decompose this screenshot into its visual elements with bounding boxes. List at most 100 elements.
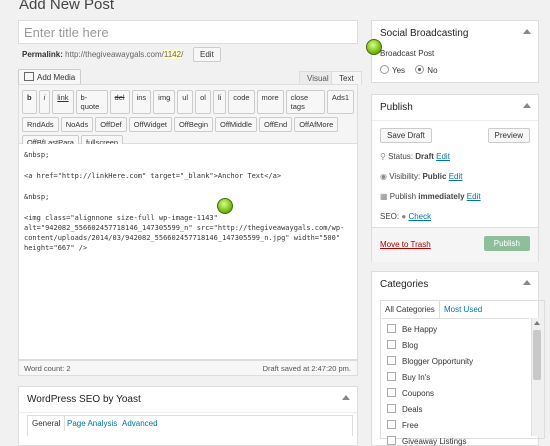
qt-noads-button[interactable]: NoAds [60, 117, 94, 132]
seo-check-link[interactable]: Check [408, 212, 431, 221]
schedule-row: ▦ Publish immediately Edit [380, 192, 481, 201]
post-title-placeholder: Enter title here [24, 25, 109, 40]
permalink-edit-button[interactable]: Edit [193, 47, 221, 62]
qt-ads1-button[interactable]: Ads1 [326, 90, 354, 114]
collapse-arrow-icon[interactable] [342, 395, 350, 400]
seo-tab-page-analysis[interactable]: Page Analysis [67, 419, 117, 428]
qt-more-button[interactable]: more [256, 90, 284, 114]
highlight-marker-icon [363, 36, 385, 58]
category-checkbox[interactable] [387, 372, 396, 381]
radio-yes-label: Yes [392, 66, 406, 75]
qt-rndads-button[interactable]: RndAds [22, 117, 59, 132]
category-item[interactable]: Deals [387, 404, 422, 414]
seo-title-text: WordPress SEO by Yoast [27, 394, 141, 405]
category-item[interactable]: Free [387, 420, 418, 430]
qt-italic-button[interactable]: i [38, 90, 51, 114]
collapse-arrow-icon[interactable] [523, 103, 531, 108]
category-label: Buy In's [402, 373, 431, 382]
category-checkbox[interactable] [387, 436, 396, 445]
tab-all-categories[interactable]: All Categories [381, 301, 440, 318]
seo-tabs: General Page Analysis Advanced [27, 415, 353, 436]
visibility-value: Public [422, 172, 447, 181]
preview-button[interactable]: Preview [487, 128, 530, 143]
schedule-edit-link[interactable]: Edit [467, 192, 481, 201]
qt-offwidget-button[interactable]: OffWidget [128, 117, 172, 132]
radio-yes[interactable] [380, 65, 389, 74]
tab-text[interactable]: Text [331, 71, 362, 85]
qt-offend-button[interactable]: OffEnd [259, 117, 293, 132]
category-item[interactable]: Blogger Opportunity [387, 356, 473, 366]
social-title: Social Broadcasting [372, 21, 538, 46]
qt-code-button[interactable]: code [228, 90, 255, 114]
category-checkbox[interactable] [387, 404, 396, 413]
category-label: Giveaway Listings [402, 437, 467, 446]
radio-no[interactable] [415, 65, 425, 74]
seo-dot-icon: ● [401, 212, 407, 221]
status-edit-link[interactable]: Edit [436, 152, 450, 161]
qt-offafmore-button[interactable]: OffAfMore [294, 117, 339, 132]
qt-link-button[interactable]: link [52, 90, 74, 114]
category-label: Free [402, 421, 419, 430]
qt-offbegin-button[interactable]: OffBegin [173, 117, 214, 132]
tab-most-used[interactable]: Most Used [440, 301, 486, 318]
qt-bold-button[interactable]: b [22, 90, 37, 114]
collapse-arrow-icon[interactable] [523, 280, 531, 285]
content-line: &nbsp; [24, 193, 50, 201]
qt-li-button[interactable]: li [212, 90, 227, 114]
qt-offmiddle-button[interactable]: OffMiddle [215, 117, 257, 132]
collapse-arrow-icon[interactable] [523, 29, 531, 34]
status-label: Status: [388, 152, 413, 161]
schedule-value: immediately [418, 192, 465, 201]
qt-offdef-button[interactable]: OffDef [95, 117, 127, 132]
seo-tab-advanced[interactable]: Advanced [122, 419, 158, 428]
status-row: ⚲ Status: Draft Edit [380, 152, 450, 161]
category-item[interactable]: Buy In's [387, 372, 430, 382]
category-checkbox[interactable] [387, 340, 396, 349]
editor-status-bar: Word count: 2 Draft saved at 2:47:20 pm. [18, 360, 358, 376]
save-draft-button[interactable]: Save Draft [380, 128, 432, 143]
category-item[interactable]: Blog [387, 340, 418, 350]
qt-bquote-button[interactable]: b-quote [75, 90, 108, 114]
category-checkbox[interactable] [387, 388, 396, 397]
content-line: <a href="http://linkHere.com" target="_b… [24, 172, 282, 180]
seo-tab-general[interactable]: General [28, 416, 66, 431]
eye-icon: ◉ [380, 172, 387, 181]
permalink-label: Permalink: [22, 50, 63, 59]
qt-ol-button[interactable]: ol [195, 90, 211, 114]
status-value: Draft [415, 152, 434, 161]
draft-saved-status: Draft saved at 2:47:20 pm. [262, 364, 351, 373]
visibility-row: ◉ Visibility: Public Edit [380, 172, 462, 181]
qt-close-tags-button[interactable]: close tags [285, 90, 325, 114]
move-to-trash-link[interactable]: Move to Trash [380, 240, 431, 249]
category-item[interactable]: Be Happy [387, 324, 437, 334]
categories-title-text: Categories [380, 279, 429, 290]
add-media-button[interactable]: Add Media [18, 69, 82, 85]
social-title-text: Social Broadcasting [380, 28, 469, 39]
qt-del-button[interactable]: del [109, 90, 130, 114]
add-media-label: Add Media [37, 73, 76, 82]
scrollbar-thumb[interactable] [533, 330, 541, 380]
category-item[interactable]: Giveaway Listings [387, 436, 466, 446]
media-icon [24, 72, 34, 81]
seo-metabox: WordPress SEO by Yoast General Page Anal… [18, 386, 358, 446]
seo-metabox-title: WordPress SEO by Yoast [19, 387, 357, 413]
post-title-input[interactable]: Enter title here [18, 20, 358, 44]
post-content-textarea[interactable]: &nbsp; <a href="http://linkHere.com" tar… [18, 144, 358, 360]
qt-ins-button[interactable]: ins [131, 90, 152, 114]
broadcast-radio-group: Yes No [380, 65, 438, 75]
word-count: Word count: 2 [24, 364, 71, 373]
publish-title-text: Publish [380, 102, 413, 113]
qt-img-button[interactable]: img [153, 90, 176, 114]
visibility-edit-link[interactable]: Edit [449, 172, 463, 181]
category-checkbox[interactable] [387, 420, 396, 429]
category-item[interactable]: Coupons [387, 388, 434, 398]
qt-ul-button[interactable]: ul [177, 90, 194, 114]
broadcast-post-label: Broadcast Post [380, 49, 435, 58]
category-checkbox[interactable] [387, 356, 396, 365]
publish-button[interactable]: Publish [483, 236, 530, 251]
permalink-slug[interactable]: 1142 [163, 50, 182, 59]
category-checkbox[interactable] [387, 324, 396, 333]
scroll-up-icon[interactable] [534, 321, 540, 325]
category-scrollbar[interactable] [531, 318, 543, 436]
permalink-url-prefix: http://thegiveawaygals.com/ [65, 50, 164, 59]
